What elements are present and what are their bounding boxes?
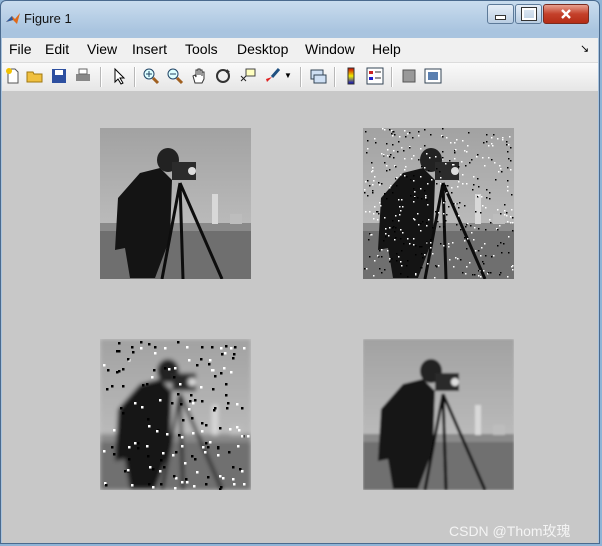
- rotate-3d-icon[interactable]: [214, 67, 232, 85]
- hide-plot-tools-icon[interactable]: [400, 67, 418, 85]
- close-icon: [561, 9, 571, 19]
- zoom-out-icon[interactable]: [166, 67, 184, 85]
- matlab-logo-icon: [6, 13, 20, 24]
- menu-edit[interactable]: Edit: [45, 41, 69, 57]
- toolbar-separator: [391, 67, 393, 87]
- image-axes-blurred[interactable]: [100, 339, 251, 490]
- close-button[interactable]: [543, 4, 589, 24]
- window-title: Figure 1: [24, 11, 72, 26]
- image-axes-noisy[interactable]: [363, 128, 514, 279]
- menu-file[interactable]: File: [9, 41, 32, 57]
- save-icon[interactable]: [50, 67, 68, 85]
- zoom-in-icon[interactable]: [142, 67, 160, 85]
- menu-window[interactable]: Window: [305, 41, 355, 57]
- dock-arrow-icon[interactable]: ↘: [580, 42, 589, 55]
- image-axes-original[interactable]: [100, 128, 251, 279]
- menu-insert[interactable]: Insert: [132, 41, 167, 57]
- figure-toolbar: ▼: [2, 63, 598, 92]
- toolbar-separator: [134, 67, 136, 87]
- show-plot-tools-icon[interactable]: [424, 67, 442, 85]
- minimize-button[interactable]: [487, 4, 514, 24]
- maximize-icon: [520, 7, 537, 21]
- pan-hand-icon[interactable]: [190, 67, 208, 85]
- brush-dropdown-icon[interactable]: ▼: [284, 71, 292, 80]
- data-cursor-icon[interactable]: [238, 67, 256, 85]
- print-icon[interactable]: [74, 67, 92, 85]
- image-axes-smoothed[interactable]: [363, 339, 514, 490]
- edit-plot-arrow-icon[interactable]: [110, 67, 128, 85]
- maximize-button[interactable]: [515, 4, 542, 24]
- open-file-icon[interactable]: [26, 67, 44, 85]
- menu-bar: File Edit View Insert Tools Desktop Wind…: [2, 38, 598, 63]
- toolbar-separator: [300, 67, 302, 87]
- legend-icon[interactable]: [366, 67, 384, 85]
- watermark-text: CSDN @Thom玫瑰: [449, 523, 571, 539]
- colorbar-icon[interactable]: [342, 67, 360, 85]
- toolbar-separator: [334, 67, 336, 87]
- brush-icon[interactable]: [264, 67, 282, 85]
- new-figure-icon[interactable]: [4, 67, 22, 85]
- figure-window: Figure 1 File Edit View Insert Tools Des…: [0, 0, 600, 544]
- link-plot-icon[interactable]: [309, 67, 327, 85]
- minimize-icon: [495, 14, 506, 20]
- menu-tools[interactable]: Tools: [185, 41, 218, 57]
- title-bar[interactable]: Figure 1: [1, 1, 599, 37]
- toolbar-separator: [100, 67, 102, 87]
- figure-canvas: [2, 92, 598, 543]
- menu-desktop[interactable]: Desktop: [237, 41, 288, 57]
- menu-help[interactable]: Help: [372, 41, 401, 57]
- menu-view[interactable]: View: [87, 41, 117, 57]
